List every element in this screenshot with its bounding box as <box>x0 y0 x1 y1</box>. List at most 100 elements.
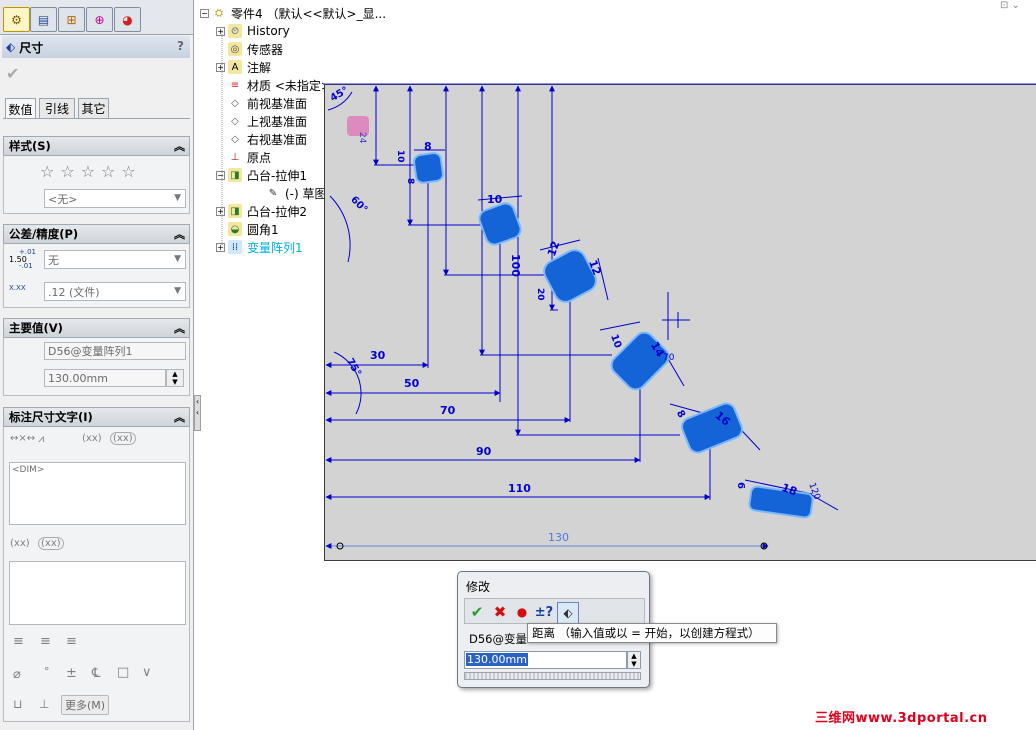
depth-symbol-icon[interactable]: ⊥ <box>39 697 49 711</box>
primary-value-group-body: D56@变量阵列1 130.00mm ▲ ▼ <box>3 338 190 396</box>
property-manager: ⚙ ▤ ⊞ ⊕ ◕ ⬖ 尺寸 ? ✔ 数值 引线 其它 样式(S) ︽ ☆☆☆☆… <box>0 0 194 730</box>
counterbore-icon[interactable]: ⊔ <box>13 697 22 711</box>
square-symbol-icon[interactable]: □ <box>117 665 129 680</box>
graphics-viewport[interactable] <box>324 84 1036 561</box>
precision-combo[interactable]: .12 (文件) ▼ <box>44 282 186 301</box>
tolerance-group-title: 公差/精度(P) <box>9 227 79 241</box>
panel-splitter[interactable]: ‹ ‹ <box>194 395 201 431</box>
tree-item-label: 原点 <box>247 150 272 165</box>
feature-manager-icon: ⚙ <box>11 12 22 27</box>
dimension-value-field[interactable]: 130.00mm <box>44 369 166 387</box>
dimxpert-tab[interactable]: ⊕ <box>86 7 113 32</box>
dim-text-group-title: 标注尺寸文字(I) <box>9 410 93 424</box>
inspection-below-button[interactable]: (xx) <box>38 537 64 550</box>
primary-value-group-header[interactable]: 主要值(V) ︽ <box>3 318 190 338</box>
align-left-icon[interactable]: ≡ <box>13 634 24 649</box>
tree-root[interactable]: − ⛭ 零件4 （默认<<默认>_显... <box>200 4 386 22</box>
tree-item[interactable]: ✎ (-) 草图1 <box>254 184 334 202</box>
dimension-name-field[interactable]: D56@变量阵列1 <box>44 342 186 360</box>
sketch-icon: ✎ <box>268 187 278 199</box>
feature-manager-tab[interactable]: ⚙ <box>3 7 30 32</box>
more-symbols-button[interactable]: 更多(M) <box>61 695 109 715</box>
ok-check-icon[interactable]: ✔ <box>6 64 19 83</box>
tree-item-label: History <box>247 24 290 38</box>
top-right-indicator-icon: ⊡ ⌄ <box>1000 0 1020 11</box>
tree-item-label: 前视基准面 <box>247 96 308 111</box>
angle-text-icon[interactable]: ⩘ <box>38 432 44 446</box>
modify-dim-name: D56@变量 <box>469 632 527 646</box>
chevron-down-icon: ▼ <box>174 286 181 296</box>
precision-icon: X.XX <box>9 284 26 292</box>
tab-other[interactable]: 其它 <box>78 98 109 118</box>
spin-increment-icon[interactable]: ±? <box>534 602 554 622</box>
confirm-check-icon[interactable]: ✔ <box>467 602 487 622</box>
dimension-icon: ⬖ <box>6 40 16 54</box>
pm-title: 尺寸 <box>19 40 44 55</box>
modify-value-input[interactable]: 130.00mm <box>464 651 627 669</box>
parentheses-below-button[interactable]: (xx) <box>10 538 30 549</box>
configuration-manager-tab[interactable]: ⊞ <box>58 7 85 32</box>
style-group-body: ☆☆☆☆☆ <无> ▼ <box>3 156 190 214</box>
tab-leader[interactable]: 引线 <box>39 98 75 118</box>
tolerance-group-header[interactable]: 公差/精度(P) ︽ <box>3 224 190 244</box>
pm-header: ⬖ 尺寸 ? <box>2 36 190 58</box>
tree-item-label: 传感器 <box>247 42 284 57</box>
tree-item-label: 凸台-拉伸1 <box>247 168 307 183</box>
plus-minus-icon[interactable]: ± <box>66 666 77 681</box>
tooltip: 距离 （输入值或以 = 开始，以创建方程式） <box>527 623 777 643</box>
diameter-symbol-icon[interactable]: ⌀ <box>13 667 21 682</box>
add-parentheses-button[interactable]: (xx) <box>82 433 102 444</box>
modify-dialog-title: 修改 <box>466 580 491 594</box>
tree-item-label: 右视基准面 <box>247 132 308 147</box>
horizontal-justify-icon[interactable]: ↔×↔ <box>10 433 35 444</box>
centerline-icon[interactable]: ℄ <box>92 666 100 681</box>
tree-item-label: 材质 <未指定> <box>247 78 331 93</box>
feature-tree: − ⛭ 零件4 （默认<<默认>_显... <box>200 4 386 22</box>
tolerance-type-combo[interactable]: 无 ▼ <box>44 250 186 269</box>
tolerance-group-body: +.01 1.50 -.01 无 ▼ X.XX .12 (文件) ▼ <box>3 244 190 308</box>
thumbwheel-slider[interactable] <box>464 672 641 680</box>
cancel-x-icon[interactable]: ✖ <box>490 602 510 622</box>
value-spinner[interactable]: ▲ ▼ <box>166 369 184 387</box>
tree-connector-lines <box>221 30 223 246</box>
tree-root-label: 零件4 （默认<<默认>_显... <box>231 6 387 21</box>
tree-item-label: 注解 <box>247 60 272 75</box>
mark-dimension-icon[interactable]: ⬖ <box>557 602 579 624</box>
dim-text-group-body: ↔×↔ ⩘ (xx) (xx) <DIM> (xx) (xx) ≡ ≡ ≡ ⌀ … <box>3 427 190 722</box>
degree-symbol-icon[interactable]: ° <box>44 665 50 678</box>
inspection-dimension-button[interactable]: (xx) <box>110 432 136 445</box>
help-button[interactable]: ? <box>177 39 184 53</box>
part-icon: ⛭ <box>215 7 223 19</box>
tree-item-label: 凸台-拉伸2 <box>247 204 307 219</box>
dim-text-below-area[interactable] <box>9 561 186 625</box>
countersink-icon[interactable]: ∨ <box>142 665 152 680</box>
collapse-icon: ︽ <box>174 322 185 335</box>
property-manager-tab[interactable]: ▤ <box>30 7 57 32</box>
align-center-icon[interactable]: ≡ <box>40 634 51 649</box>
tolerance-type-icon: +.01 1.50 -.01 <box>9 249 36 270</box>
display-manager-tab[interactable]: ◕ <box>114 7 141 32</box>
primary-value-group-title: 主要值(V) <box>9 321 63 335</box>
modify-spinner[interactable]: ▲ ▼ <box>627 651 641 669</box>
dim-text-above-area[interactable]: <DIM> <box>9 462 186 525</box>
tab-value[interactable]: 数值 <box>5 98 36 119</box>
collapse-icon: ︽ <box>174 140 185 153</box>
rebuild-traffic-light-icon[interactable]: ● <box>512 602 532 622</box>
collapse-icon: ︽ <box>174 228 185 241</box>
tree-item-label: 上视基准面 <box>247 114 308 129</box>
chevron-down-icon: ▼ <box>174 193 181 203</box>
manager-tabs: ⚙ ▤ ⊞ ⊕ ◕ <box>0 0 193 35</box>
collapse-toggle-icon[interactable]: − <box>200 8 209 18</box>
style-group-title: 样式(S) <box>9 139 51 153</box>
align-right-icon[interactable]: ≡ <box>66 634 77 649</box>
dim-text-group-header[interactable]: 标注尺寸文字(I) ︽ <box>3 407 190 427</box>
chevron-down-icon: ▼ <box>174 254 181 264</box>
style-group-header[interactable]: 样式(S) ︽ <box>3 136 190 156</box>
style-combo[interactable]: <无> ▼ <box>44 189 186 208</box>
tree-item-label: 变量阵列1 <box>247 240 303 255</box>
configuration-icon: ⊞ <box>66 12 77 27</box>
tab-divider <box>3 118 190 119</box>
style-favorites-icons[interactable]: ☆☆☆☆☆ <box>40 162 142 181</box>
property-icon: ▤ <box>37 12 50 27</box>
